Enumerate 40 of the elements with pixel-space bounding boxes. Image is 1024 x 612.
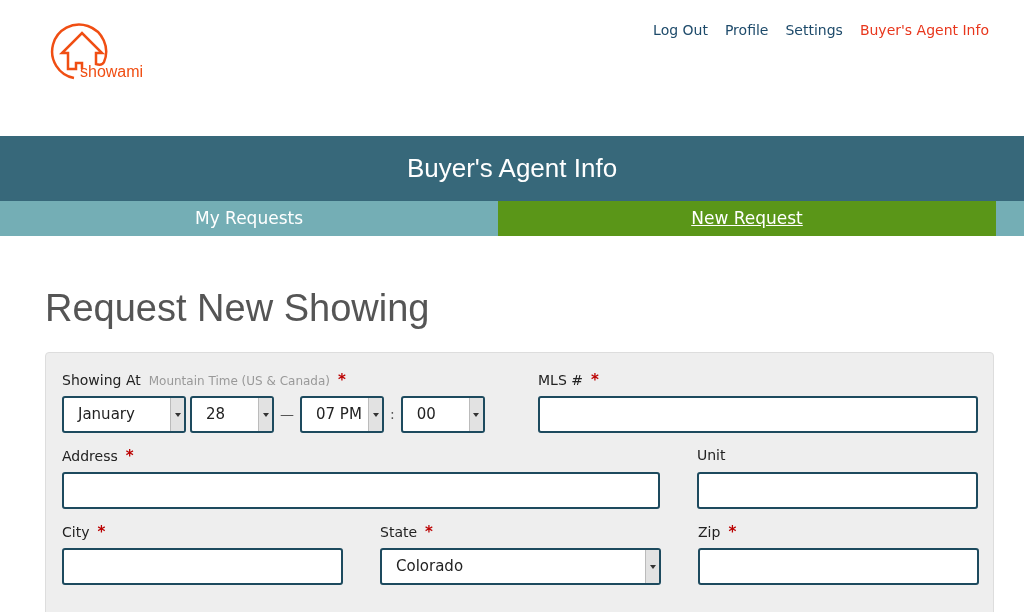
field-label: State [380, 523, 418, 542]
logo-text: showami [80, 64, 144, 80]
required-mark: * [125, 446, 134, 467]
field-label: Showing At [62, 371, 141, 390]
tab[interactable]: New Request [498, 201, 996, 236]
caret-icon [372, 412, 379, 417]
required-mark: * [338, 370, 346, 391]
select-field[interactable]: Colorado [380, 548, 661, 585]
input-field[interactable] [62, 472, 660, 509]
select-field[interactable]: 00 [400, 396, 485, 433]
required-mark: * [590, 370, 599, 391]
timezone-hint: Mountain Time (US & Canada) [148, 373, 330, 390]
nav-link[interactable]: Log Out [653, 20, 708, 44]
logo[interactable]: showami [50, 18, 162, 82]
required-mark: * [728, 522, 737, 543]
separator: : [389, 405, 396, 424]
required-mark: * [97, 522, 106, 543]
input-field[interactable] [538, 396, 978, 433]
select-field[interactable]: January [62, 396, 186, 433]
caret-icon [473, 412, 480, 417]
field-label: MLS # [538, 371, 583, 390]
banner-title: Buyer's Agent Info [406, 152, 618, 185]
select-field[interactable]: 07 PM [300, 396, 384, 433]
select-field[interactable]: 28 [190, 396, 274, 433]
page-heading: Request New Showing [45, 286, 431, 331]
input-field[interactable] [697, 472, 978, 509]
field-label: Address [62, 447, 118, 466]
nav-link[interactable]: Profile [724, 20, 769, 44]
required-mark: * [425, 522, 433, 543]
caret-icon [649, 564, 656, 569]
separator: — [279, 405, 295, 424]
caret-icon [262, 412, 269, 417]
field-label: Unit [697, 446, 726, 465]
nav-link[interactable]: Buyer's Agent Info [859, 20, 989, 44]
input-field[interactable] [698, 548, 979, 585]
nav-link[interactable]: Settings [785, 20, 843, 44]
input-field[interactable] [62, 548, 343, 585]
field-label: Zip [698, 523, 721, 542]
caret-icon [174, 412, 181, 417]
field-label: City [62, 523, 90, 542]
